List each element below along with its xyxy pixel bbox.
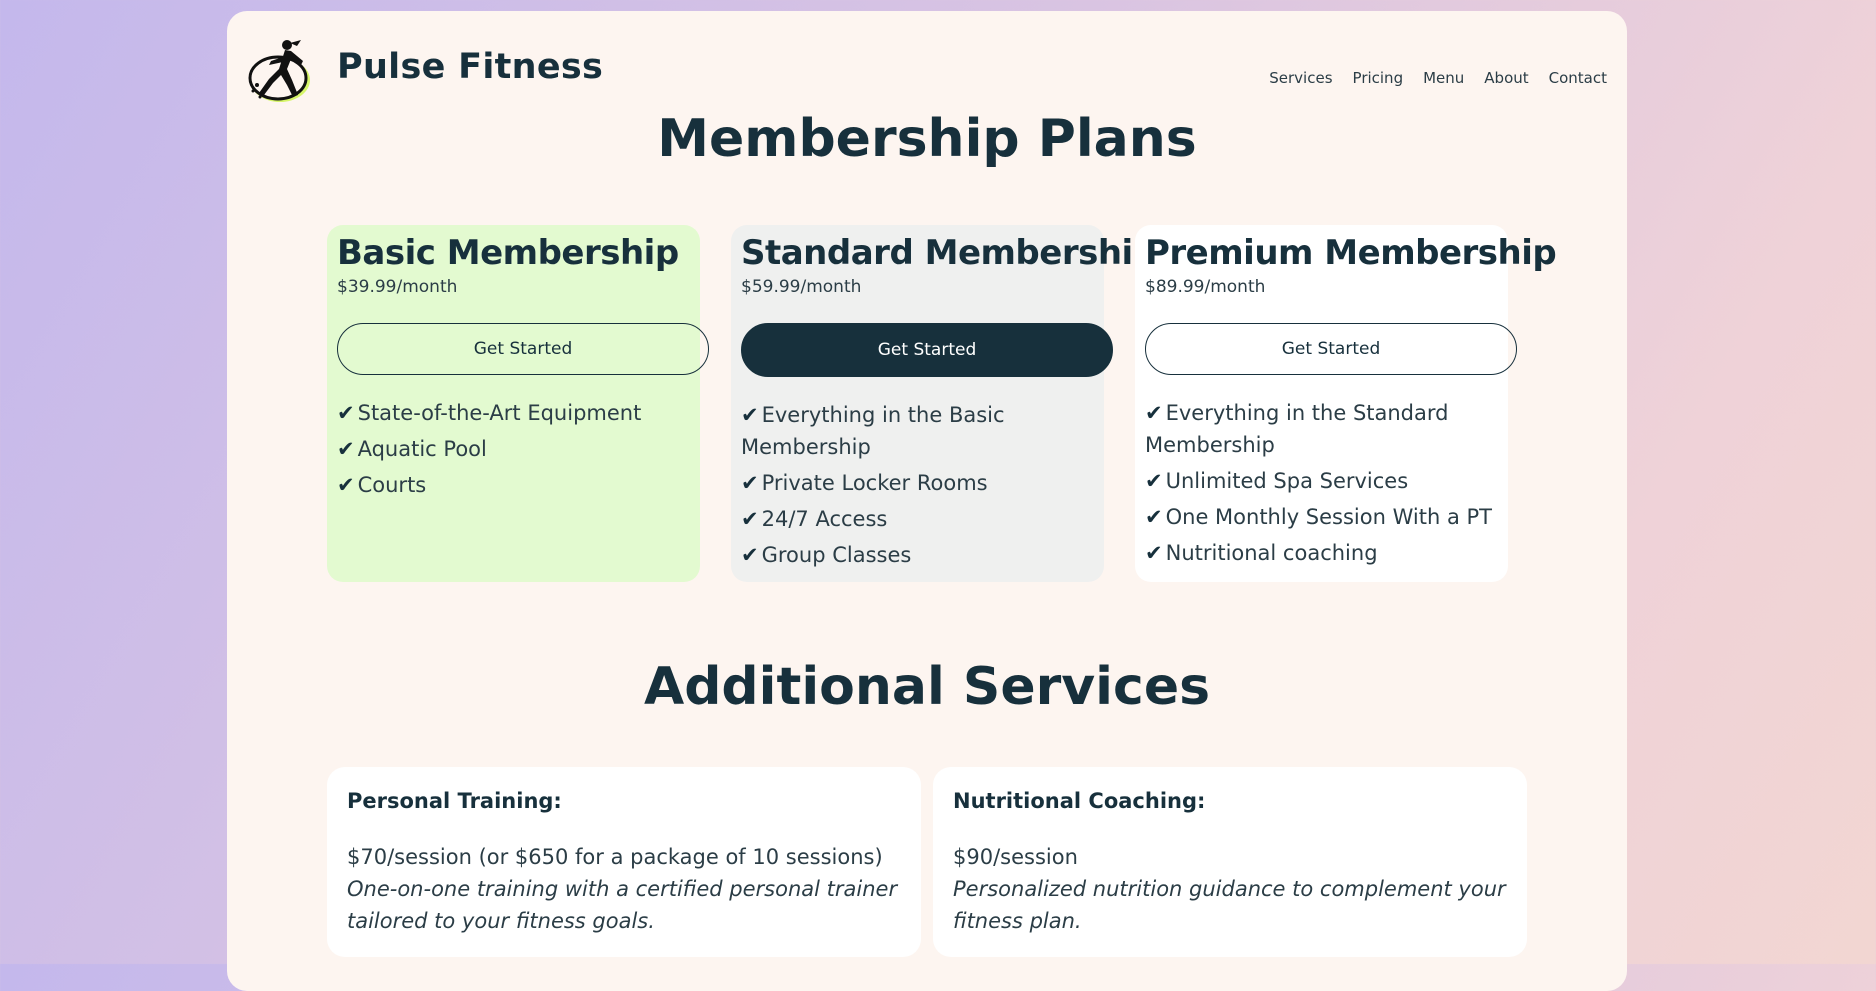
page-container: Pulse Fitness Services Pricing Menu Abou… — [227, 11, 1627, 991]
service-name: Personal Training: — [347, 789, 562, 813]
get-started-button-standard[interactable]: Get Started — [741, 323, 1113, 377]
main-nav: Services Pricing Menu About Contact — [1269, 69, 1607, 87]
check-icon: ✔ — [1145, 541, 1163, 565]
feature-item: ✔ Everything in the Standard Membership — [1145, 401, 1449, 457]
check-icon: ✔ — [741, 507, 759, 531]
service-card-personal-training: Personal Training: $70/session (or $650 … — [327, 767, 921, 957]
check-icon: ✔ — [337, 473, 355, 497]
nav-link-menu[interactable]: Menu — [1423, 69, 1464, 87]
feature-item: ✔ Nutritional coaching — [1145, 541, 1378, 565]
plan-card-basic: Basic Membership $39.99/month Get Starte… — [327, 225, 709, 582]
feature-item: ✔ Aquatic Pool — [337, 437, 487, 461]
brand-name[interactable]: Pulse Fitness — [337, 47, 603, 87]
get-started-button-premium[interactable]: Get Started — [1145, 323, 1517, 375]
feature-item: ✔ Courts — [337, 473, 427, 497]
check-icon: ✔ — [741, 543, 759, 567]
nav-link-pricing[interactable]: Pricing — [1353, 69, 1404, 87]
plan-name: Basic Membership — [337, 233, 679, 273]
nav-link-contact[interactable]: Contact — [1549, 69, 1607, 87]
plan-features: ✔ State-of-the-Art Equipment ✔ Aquatic Poo… — [337, 397, 690, 501]
plan-price: $59.99/month — [741, 277, 862, 297]
check-icon: ✔ — [1145, 505, 1163, 529]
additional-services-title: Additional Services — [643, 657, 1211, 717]
check-icon: ✔ — [741, 471, 759, 495]
plan-price: $39.99/month — [337, 277, 458, 297]
plan-name: Premium Membership — [1145, 233, 1557, 273]
get-started-button-basic[interactable]: Get Started — [337, 323, 709, 375]
service-name: Nutritional Coaching: — [953, 789, 1206, 813]
check-icon: ✔ — [1145, 401, 1163, 425]
service-price: $90/session — [953, 845, 1078, 869]
runner-logo-icon[interactable] — [247, 35, 313, 117]
feature-item: ✔ One Monthly Session With a PT — [1145, 505, 1492, 529]
service-price: $70/session (or $650 for a package of 10… — [347, 845, 883, 869]
feature-item: ✔ Private Locker Rooms — [741, 471, 988, 495]
service-description: Personalized nutrition guidance to compl… — [953, 877, 1506, 933]
feature-item: ✔ Group Classes — [741, 543, 912, 567]
plan-card-standard: Standard Membership $59.99/month Get Sta… — [731, 225, 1157, 582]
plan-features: ✔ Everything in the Standard Membership ✔… — [1145, 397, 1498, 569]
plan-name: Standard Membership — [741, 233, 1157, 273]
check-icon: ✔ — [337, 401, 355, 425]
check-icon: ✔ — [337, 437, 355, 461]
feature-item: ✔ State-of-the-Art Equipment — [337, 401, 642, 425]
plan-price: $89.99/month — [1145, 277, 1266, 297]
plan-card-premium: Premium Membership $89.99/month Get Star… — [1135, 225, 1557, 582]
nav-link-services[interactable]: Services — [1269, 69, 1332, 87]
feature-item: ✔ 24/7 Access — [741, 507, 888, 531]
site-header: Pulse Fitness Services Pricing Menu Abou… — [227, 11, 1627, 121]
service-card-nutritional-coaching: Nutritional Coaching: $90/session Person… — [933, 767, 1527, 957]
membership-plans-title: Membership Plans — [657, 109, 1197, 169]
plan-features: ✔ Everything in the Basic Membership ✔ Pri… — [741, 399, 1094, 571]
service-description: One-on-one training with a certified per… — [347, 877, 898, 933]
check-icon: ✔ — [741, 403, 759, 427]
feature-item: ✔ Unlimited Spa Services — [1145, 469, 1409, 493]
nav-link-about[interactable]: About — [1484, 69, 1528, 87]
check-icon: ✔ — [1145, 469, 1163, 493]
feature-item: ✔ Everything in the Basic Membership — [741, 403, 1005, 459]
